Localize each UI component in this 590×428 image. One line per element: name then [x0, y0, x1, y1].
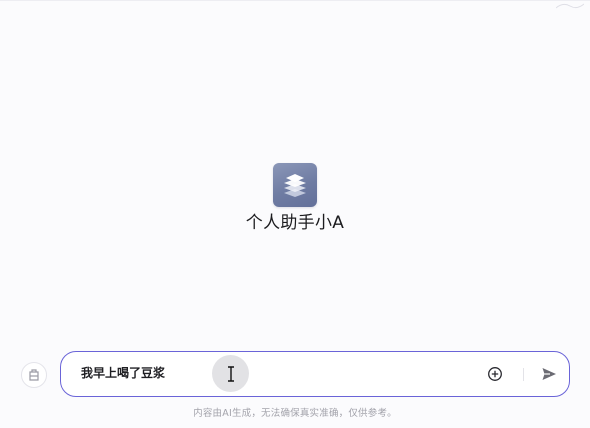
assistant-name: 个人助手小A [245, 213, 345, 233]
attachment-icon [29, 369, 39, 381]
attach-button[interactable] [21, 362, 47, 388]
chat-window: 个人助手小A 内容由AI生成，无法确保真实准 [0, 0, 590, 428]
layers-icon [284, 174, 306, 197]
ai-disclaimer: 内容由AI生成，无法确保真实准确，仅供参考。 [193, 408, 397, 419]
plus-button[interactable] [487, 366, 503, 382]
send-button[interactable] [540, 365, 558, 383]
window-top-border [0, 0, 590, 1]
assistant-header: 个人助手小A [0, 163, 590, 233]
plus-circle-icon [488, 367, 502, 381]
cursor-highlight [212, 355, 249, 392]
corner-ornament-icon [556, 3, 584, 9]
text-cursor-icon [227, 365, 234, 382]
send-icon [542, 368, 556, 380]
assistant-avatar [273, 163, 317, 207]
composer-divider [523, 368, 524, 381]
message-composer[interactable] [60, 351, 570, 397]
message-input[interactable] [81, 365, 461, 379]
